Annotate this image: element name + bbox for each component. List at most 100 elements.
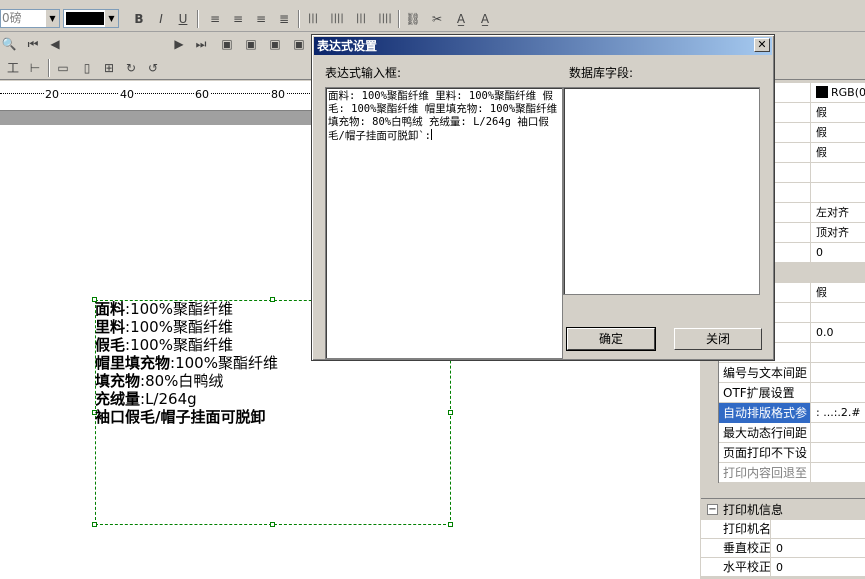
property-value <box>812 163 865 183</box>
grid-icon[interactable]: ⊞ <box>100 59 118 77</box>
layer-icon[interactable]: ▣ <box>290 35 308 53</box>
distribute-icon[interactable]: ||| <box>352 10 370 28</box>
property-row[interactable]: 水平校正 0 <box>701 558 865 577</box>
resize-handle[interactable] <box>92 522 97 527</box>
undo-icon[interactable]: ↺ <box>144 59 162 77</box>
chain-break-icon[interactable]: ✂ <box>428 10 446 28</box>
spacing-icon[interactable]: A̲ <box>452 10 470 28</box>
canvas-text-line: 袖口假毛/帽子挂面可脱卸 <box>95 408 278 426</box>
resize-handle[interactable] <box>448 410 453 415</box>
line-value: :80%白鸭绒 <box>140 372 224 390</box>
next-page-icon[interactable]: ▶ <box>170 35 188 53</box>
layer-icon[interactable]: ▣ <box>266 35 284 53</box>
property-value: 假 <box>816 126 827 139</box>
align-center-icon[interactable]: ≡ <box>229 10 247 28</box>
property-value <box>812 183 865 203</box>
property-value <box>812 383 865 403</box>
close-icon[interactable]: ✕ <box>754 38 770 52</box>
align-right-icon[interactable]: ≡ <box>252 10 270 28</box>
vertical-align-icon[interactable]: 工 <box>4 59 22 77</box>
zoom-icon[interactable]: 🔍 <box>0 35 18 53</box>
first-page-icon[interactable]: ⏮ <box>24 35 42 53</box>
formatting-toolbar: 0磅 ▼ ▼ B I U ≡ ≡ ≡ ≣ ||| |||| ||| |||| ⛓… <box>0 0 865 32</box>
canvas-text-line: 填充物:80%白鸭绒 <box>95 372 278 390</box>
printer-section-title: 打印机信息 <box>723 503 784 517</box>
property-row[interactable]: 编号与文本间距 <box>719 363 865 383</box>
row-icon[interactable]: ▭ <box>54 59 72 77</box>
line-label: 袖口假毛/帽子挂面可脱卸 <box>95 408 266 426</box>
align-left-icon[interactable]: ≡ <box>206 10 224 28</box>
layer-icon[interactable]: ▣ <box>218 35 236 53</box>
close-button[interactable]: 关闭 <box>674 328 762 350</box>
rotate-icon[interactable]: ↻ <box>122 59 140 77</box>
property-row[interactable]: 打印内容回退至 <box>719 463 865 483</box>
property-value <box>812 303 865 323</box>
text-caret <box>430 129 432 140</box>
property-value: 0 <box>776 542 783 555</box>
property-key: 最大动态行间距 <box>719 423 811 443</box>
expression-text: 面料: 100%聚酯纤维 里料: 100%聚酯纤维 假毛: 100%聚酯纤维 帽… <box>328 90 563 142</box>
ok-button[interactable]: 确定 <box>566 327 656 351</box>
line-label: 填充物 <box>95 372 141 390</box>
toolbar-separator <box>48 59 50 77</box>
property-value: RGB(0 <box>812 83 865 103</box>
italic-icon[interactable]: I <box>152 10 170 28</box>
property-row[interactable]: 页面打印不下设 <box>719 443 865 463</box>
line-label: 面料 <box>95 300 126 318</box>
last-page-icon[interactable]: ⏭ <box>192 35 210 53</box>
line-label: 帽里填充物 <box>95 354 171 372</box>
toolbar-separator <box>197 10 199 28</box>
property-value <box>812 423 865 443</box>
chevron-down-icon[interactable]: ▼ <box>45 10 59 27</box>
property-row[interactable]: 垂直校正 0 <box>701 539 865 558</box>
property-row[interactable]: OTF扩展设置 <box>719 383 865 403</box>
ruler-tick: 80 <box>270 88 286 101</box>
expression-input[interactable]: 面料: 100%聚酯纤维 里料: 100%聚酯纤维 假毛: 100%聚酯纤维 帽… <box>325 87 563 359</box>
dialog-titlebar[interactable]: 表达式设置 ✕ <box>314 37 772 55</box>
toolbar-separator <box>398 10 400 28</box>
resize-handle[interactable] <box>270 522 275 527</box>
printer-section-header[interactable]: − 打印机信息 <box>701 498 865 520</box>
property-key: OTF扩展设置 <box>719 383 811 403</box>
bold-icon[interactable]: B <box>130 10 148 28</box>
property-value: 顶对齐 <box>816 226 849 239</box>
line-value: :L/264g <box>140 390 197 408</box>
property-row[interactable]: 最大动态行间距 <box>719 423 865 443</box>
property-value: 左对齐 <box>816 206 849 219</box>
layer-icon[interactable]: ▣ <box>242 35 260 53</box>
justify-icon[interactable]: ≣ <box>275 10 293 28</box>
color-swatch <box>66 12 104 25</box>
underline-icon[interactable]: U <box>174 10 192 28</box>
prev-page-icon[interactable]: ◀ <box>46 35 64 53</box>
db-fields-list[interactable] <box>563 87 760 295</box>
property-value <box>772 520 865 539</box>
text-color-combo[interactable]: ▼ <box>63 9 119 28</box>
property-row[interactable]: 打印机名 <box>701 520 865 539</box>
resize-handle[interactable] <box>448 522 453 527</box>
property-value: 0.0 <box>816 326 834 339</box>
chevron-down-icon[interactable]: ▼ <box>104 10 118 27</box>
property-key: 垂直校正 <box>719 539 771 558</box>
link-icon[interactable]: ⛓ <box>404 10 422 28</box>
line-label: 里料 <box>95 318 126 336</box>
horizontal-align-icon[interactable]: ⊢ <box>26 59 44 77</box>
canvas-text-line: 里料:100%聚酯纤维 <box>95 318 278 336</box>
property-value: 假 <box>816 106 827 119</box>
property-value: 0 <box>816 246 823 259</box>
font-size-combo[interactable]: 0磅 ▼ <box>0 9 60 28</box>
ruler-tick: 40 <box>119 88 135 101</box>
ruler-tick: 60 <box>194 88 210 101</box>
color-swatch <box>816 86 828 98</box>
line-label: 假毛 <box>95 336 126 354</box>
distribute-icon[interactable]: ||| <box>304 10 322 28</box>
canvas-text-line: 面料:100%聚酯纤维 <box>95 300 278 318</box>
line-value: :100%聚酯纤维 <box>125 318 233 336</box>
collapse-icon[interactable]: − <box>707 504 718 515</box>
spacing-icon[interactable]: A̲ <box>476 10 494 28</box>
property-key: 打印内容回退至 <box>719 463 811 483</box>
distribute-icon[interactable]: |||| <box>328 10 346 28</box>
distribute-icon[interactable]: |||| <box>376 10 394 28</box>
property-key: 页面打印不下设 <box>719 443 811 463</box>
property-row-selected[interactable]: 自动排版格式参: ...:.2.# <box>719 403 865 423</box>
column-icon[interactable]: ▯ <box>78 59 96 77</box>
